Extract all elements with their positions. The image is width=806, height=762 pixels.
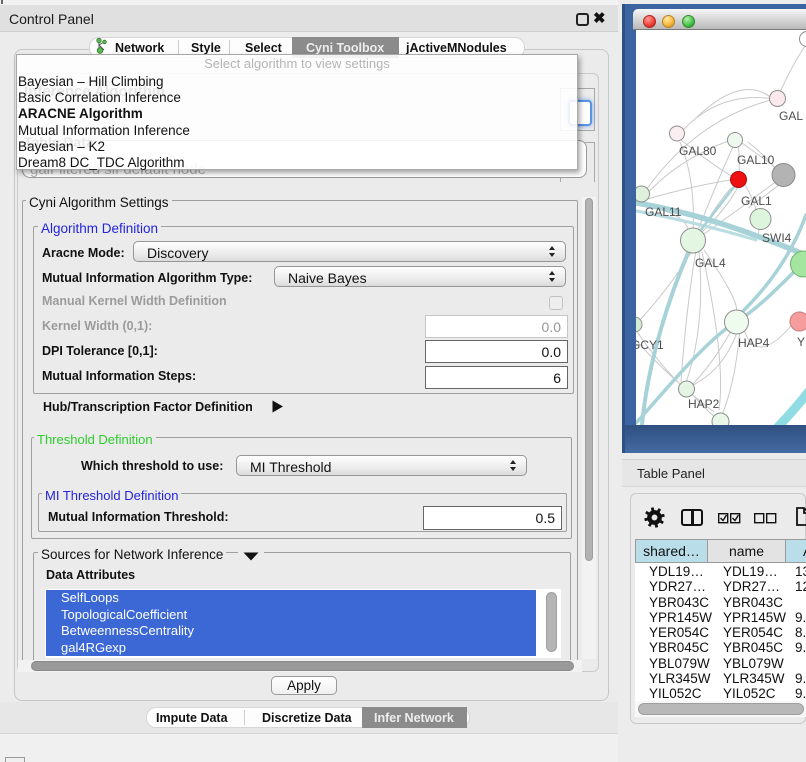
svg-text:GAL: GAL [779,109,803,123]
svg-text:Y: Y [797,335,805,349]
svg-text:GCY1: GCY1 [636,338,664,352]
svg-text:GAL1: GAL1 [741,194,772,208]
svg-text:GAL11: GAL11 [645,205,682,219]
svg-text:GAL10: GAL10 [737,153,775,167]
svg-text:GAL4: GAL4 [695,256,726,270]
svg-text:HAP2: HAP2 [688,397,720,411]
svg-text:GAL80: GAL80 [679,144,717,158]
svg-text:SWI4: SWI4 [762,231,792,245]
svg-text:HAP4: HAP4 [738,336,770,350]
